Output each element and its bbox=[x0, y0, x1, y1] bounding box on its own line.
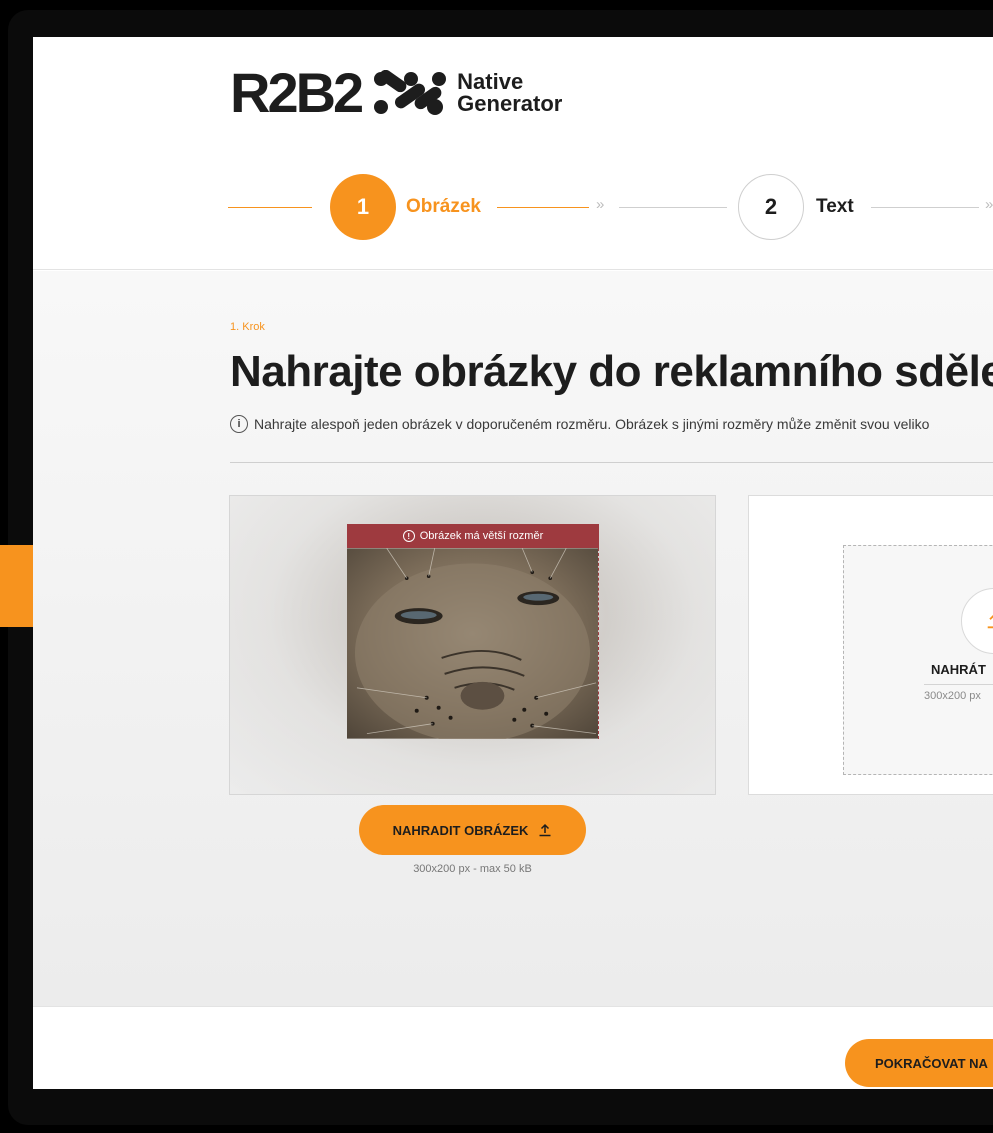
logo-subtitle: Native Generator bbox=[457, 71, 562, 115]
app-screen: R2B2 Native Generator 1 Obrázek » 2 Text… bbox=[33, 37, 993, 1089]
size-warning-text: Obrázek má větší rozměr bbox=[419, 530, 544, 542]
hint-label: Nahrajte alespoň jeden obrázek v doporuč… bbox=[254, 416, 930, 432]
info-icon: i bbox=[230, 415, 248, 433]
upload-label[interactable]: NAHRÁT bbox=[931, 662, 986, 677]
hint-text: i Nahrajte alespoň jeden obrázek v dopor… bbox=[230, 415, 929, 433]
stepper-line bbox=[497, 207, 589, 208]
replace-image-label: NAHRADIT OBRÁZEK bbox=[392, 822, 529, 838]
logo[interactable]: R2B2 Native Generator bbox=[230, 65, 562, 121]
divider bbox=[230, 462, 993, 463]
size-note: 300x200 px - max 50 kB bbox=[413, 863, 532, 875]
logo-mark-icon bbox=[374, 70, 447, 115]
step-2-label[interactable]: Text bbox=[816, 196, 854, 218]
header: R2B2 Native Generator 1 Obrázek » 2 Text… bbox=[33, 37, 993, 270]
stepper-line bbox=[871, 207, 979, 208]
side-accent bbox=[0, 545, 34, 627]
upload-icon bbox=[539, 823, 551, 837]
logo-subtitle-line2: Generator bbox=[457, 91, 563, 116]
logo-wordmark: R2B2 bbox=[230, 61, 364, 124]
replace-image-button[interactable]: NAHRADIT OBRÁZEK bbox=[359, 805, 586, 855]
crop-area[interactable]: ! Obrázek má větší rozměr bbox=[347, 524, 599, 743]
upload-divider bbox=[924, 684, 993, 685]
upload-size: 300x200 px bbox=[924, 690, 981, 702]
warning-icon: ! bbox=[402, 530, 415, 542]
step-1-label[interactable]: Obrázek bbox=[406, 196, 481, 218]
stepper-chevron-icon: » bbox=[596, 196, 604, 213]
stepper-line bbox=[619, 207, 727, 208]
footer: POKRAČOVAT NA bbox=[33, 1006, 993, 1089]
upload-dropzone[interactable]: NAHRÁT 300x200 px bbox=[843, 545, 993, 775]
page-title: Nahrajte obrázky do reklamního sděle bbox=[230, 347, 993, 396]
upload-circle[interactable] bbox=[961, 588, 993, 654]
logo-subtitle-line1: Native bbox=[457, 69, 524, 94]
stepper: 1 Obrázek » 2 Text » bbox=[33, 174, 993, 240]
continue-button[interactable]: POKRAČOVAT NA bbox=[845, 1039, 993, 1087]
image-preview: ! Obrázek má větší rozměr bbox=[229, 495, 716, 795]
step-1-circle[interactable]: 1 bbox=[330, 174, 396, 240]
upload-icon bbox=[987, 614, 993, 629]
step-2-circle[interactable]: 2 bbox=[738, 174, 804, 240]
upload-card: NAHRÁT 300x200 px bbox=[748, 495, 993, 795]
size-warning-banner: ! Obrázek má větší rozměr bbox=[347, 524, 599, 548]
stepper-line bbox=[228, 207, 312, 208]
stepper-chevron-icon: » bbox=[985, 196, 993, 213]
seal-photo bbox=[347, 548, 599, 743]
main-content: 1. Krok Nahrajte obrázky do reklamního s… bbox=[33, 271, 993, 1006]
step-kicker: 1. Krok bbox=[230, 321, 265, 333]
